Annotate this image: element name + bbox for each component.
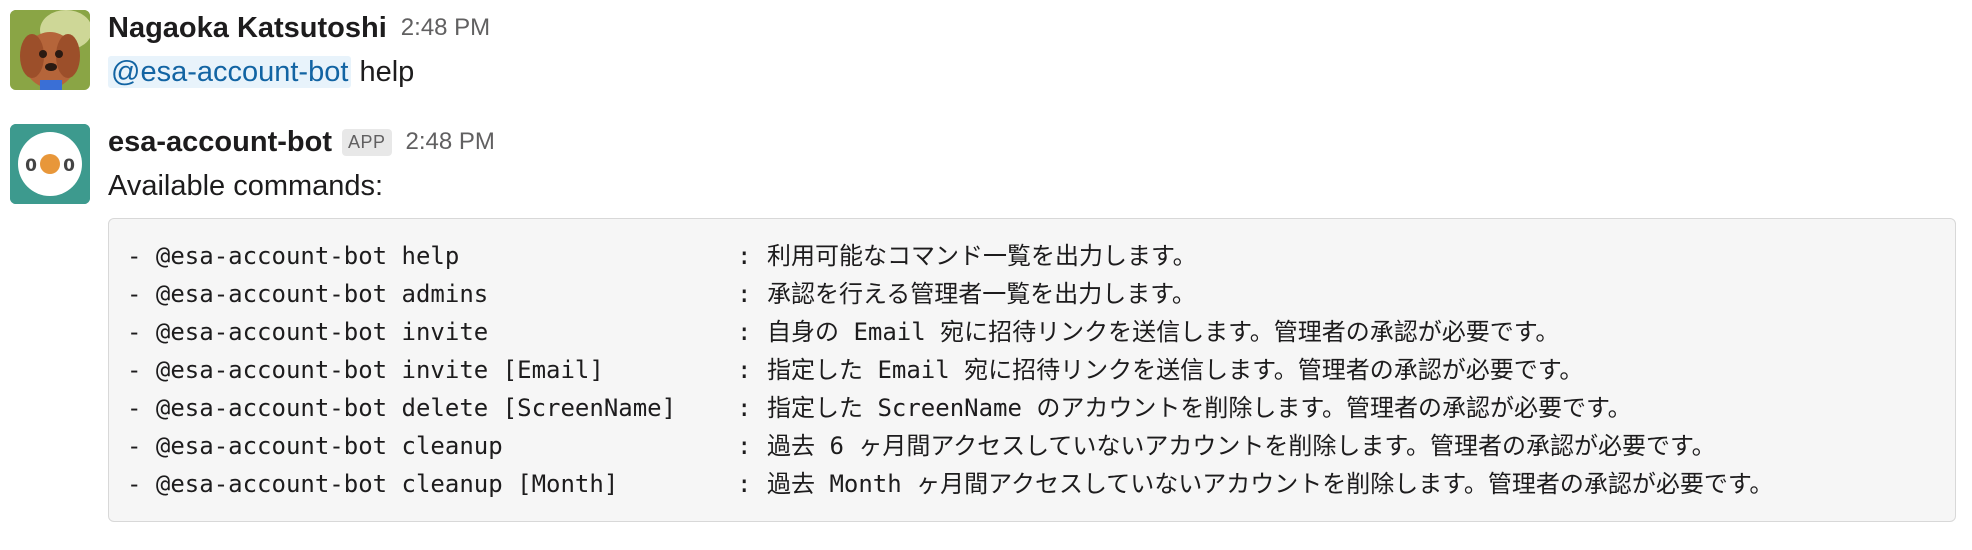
code-command: - @esa-account-bot invite [Email] — [127, 356, 604, 384]
code-description: 自身の Email 宛に招待リンクを送信します。管理者の承認が必要です。 — [767, 318, 1560, 346]
code-separator: : — [737, 318, 752, 346]
timestamp[interactable]: 2:48 PM — [401, 14, 490, 42]
code-line: - @esa-account-bot cleanup : 過去 6 ヶ月間アクセ… — [127, 427, 1939, 465]
svg-text:0: 0 — [63, 156, 75, 176]
message-content: Nagaoka Katsutoshi 2:48 PM @esa-account-… — [108, 10, 1960, 94]
code-command: - @esa-account-bot delete [ScreenName] — [127, 394, 677, 422]
user-avatar[interactable] — [10, 10, 90, 90]
code-block: - @esa-account-bot help : 利用可能なコマンド一覧を出力… — [108, 218, 1956, 522]
user-mention[interactable]: @esa-account-bot — [108, 56, 352, 88]
dog-avatar-icon — [10, 10, 90, 90]
code-description: 承認を行える管理者一覧を出力します。 — [767, 280, 1196, 308]
message-text: @esa-account-bot help — [108, 50, 1960, 94]
message-header: Nagaoka Katsutoshi 2:48 PM — [108, 10, 1960, 46]
message-text: Available commands: — [108, 170, 384, 202]
code-line: - @esa-account-bot help : 利用可能なコマンド一覧を出力… — [127, 237, 1939, 275]
code-separator: : — [737, 394, 752, 422]
code-command: - @esa-account-bot admins — [127, 280, 489, 308]
code-description: 指定した ScreenName のアカウントを削除します。管理者の承認が必要です… — [767, 394, 1632, 422]
esa-bot-logo-icon: 0 0 — [10, 124, 90, 204]
timestamp[interactable]: 2:48 PM — [406, 128, 495, 156]
svg-text:0: 0 — [25, 156, 37, 176]
code-description: 指定した Email 宛に招待リンクを送信します。管理者の承認が必要です。 — [767, 356, 1584, 384]
code-line: - @esa-account-bot invite : 自身の Email 宛に… — [127, 313, 1939, 351]
code-separator: : — [737, 356, 752, 384]
code-description: 過去 Month ヶ月間アクセスしていないアカウントを削除します。管理者の承認が… — [767, 470, 1774, 498]
message-content: esa-account-bot APP 2:48 PM Available co… — [108, 124, 1960, 522]
message-body: help — [359, 56, 415, 88]
code-command: - @esa-account-bot help — [127, 242, 460, 270]
code-command: - @esa-account-bot invite — [127, 318, 489, 346]
code-command: - @esa-account-bot cleanup [Month] — [127, 470, 619, 498]
code-separator: : — [737, 242, 752, 270]
code-command: - @esa-account-bot cleanup — [127, 432, 503, 460]
code-separator: : — [737, 280, 752, 308]
code-line: - @esa-account-bot cleanup [Month] : 過去 … — [127, 465, 1939, 503]
code-separator: : — [737, 432, 752, 460]
code-line: - @esa-account-bot admins : 承認を行える管理者一覧を… — [127, 275, 1939, 313]
code-line: - @esa-account-bot delete [ScreenName] :… — [127, 389, 1939, 427]
code-description: 過去 6 ヶ月間アクセスしていないアカウントを削除します。管理者の承認が必要です… — [767, 432, 1716, 460]
code-line: - @esa-account-bot invite [Email] : 指定した… — [127, 351, 1939, 389]
code-description: 利用可能なコマンド一覧を出力します。 — [767, 242, 1197, 270]
username[interactable]: Nagaoka Katsutoshi — [108, 12, 387, 45]
bot-username[interactable]: esa-account-bot — [108, 126, 332, 159]
app-badge: APP — [341, 128, 392, 156]
message-header: esa-account-bot APP 2:48 PM — [108, 124, 1960, 160]
code-separator: : — [737, 470, 752, 498]
bot-avatar[interactable]: 0 0 — [10, 124, 90, 204]
